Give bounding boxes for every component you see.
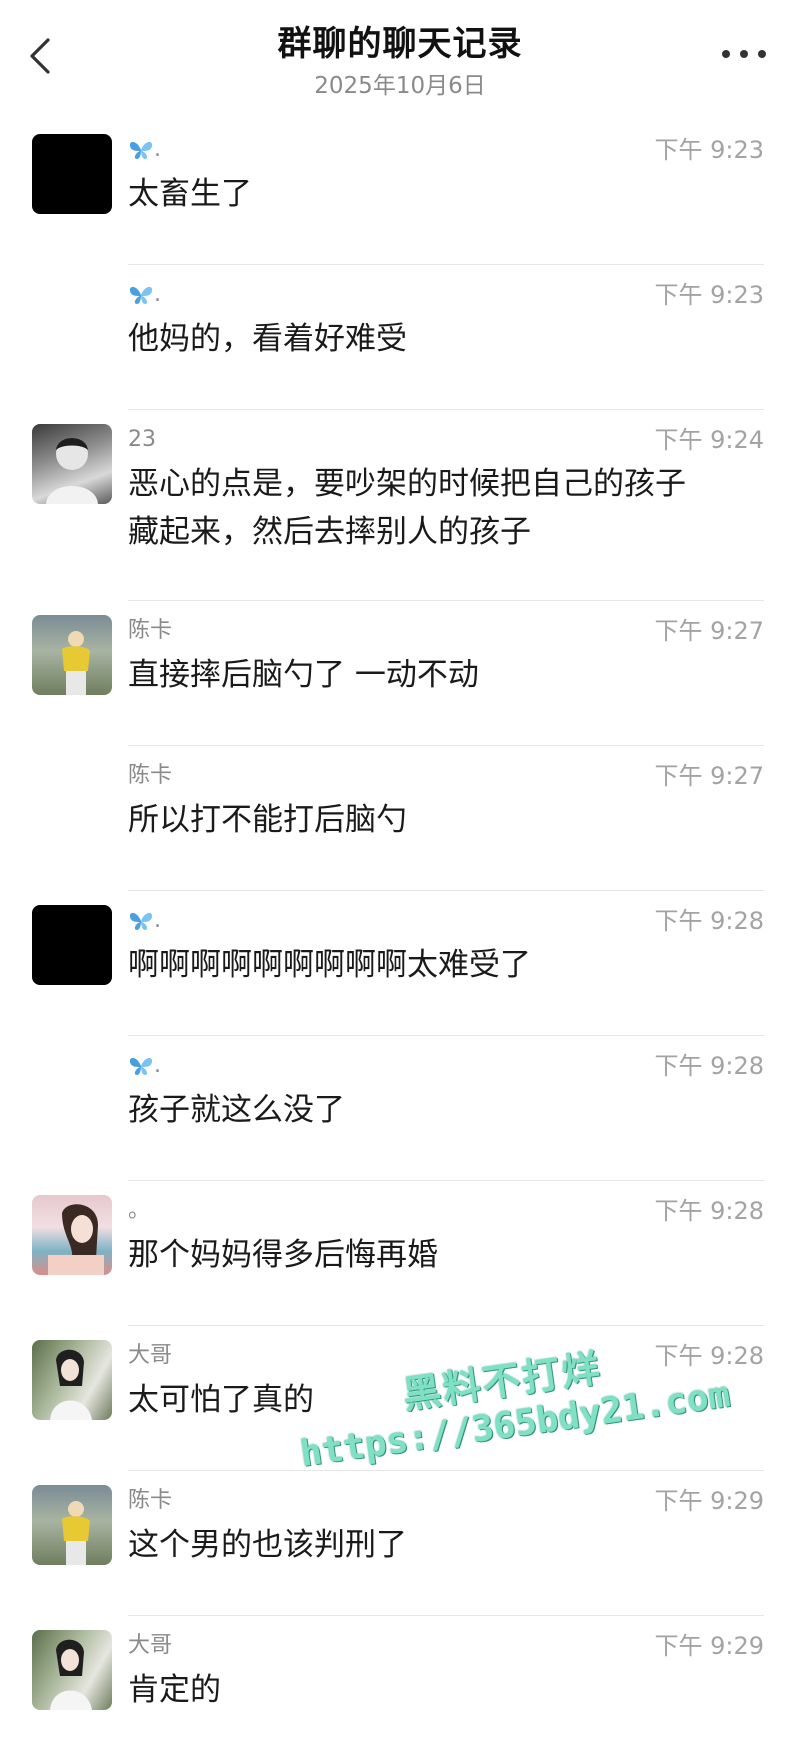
more-button[interactable] bbox=[718, 40, 770, 68]
message-item[interactable]: 大哥 下午 9:29 肯定的 bbox=[32, 1616, 764, 1760]
message-item[interactable]: 陈卡 下午 9:27 所以打不能打后脑勺 bbox=[128, 746, 764, 891]
message-time: 下午 9:24 bbox=[654, 426, 764, 454]
message-list: 𝗪.. 下午 9:23 太畜生了 𝗪.. 下午 9:23 他妈的，看着好难受 2… bbox=[0, 120, 800, 1760]
chat-header: 群聊的聊天记录 2025年10月6日 bbox=[0, 0, 800, 110]
message-time: 下午 9:23 bbox=[654, 136, 764, 164]
page-date: 2025年10月6日 bbox=[314, 73, 486, 99]
butterfly-icon bbox=[129, 1057, 153, 1075]
sender-name: 𝗪.. bbox=[128, 279, 161, 311]
message-text: 肯定的 bbox=[128, 1672, 221, 1708]
sender-name: 大哥 bbox=[128, 1633, 173, 1658]
message-text: 他妈的，看着好难受 bbox=[128, 321, 407, 357]
avatar-person-graphic bbox=[46, 438, 98, 504]
message-item[interactable]: 陈卡 下午 9:27 直接摔后脑勺了 一动不动 bbox=[32, 601, 764, 746]
message-time: 下午 9:27 bbox=[654, 762, 764, 790]
avatar[interactable] bbox=[32, 1340, 112, 1420]
avatar-person-graphic bbox=[50, 1349, 92, 1420]
sender-name: 23 bbox=[128, 427, 156, 452]
sender-name: 𝗪.. bbox=[128, 134, 161, 166]
message-time: 下午 9:29 bbox=[654, 1632, 764, 1660]
avatar-person-graphic bbox=[62, 1501, 90, 1565]
avatar-person-graphic bbox=[48, 1204, 104, 1275]
butterfly-icon bbox=[129, 286, 153, 304]
sender-name: 。 bbox=[128, 1198, 151, 1223]
message-time: 下午 9:29 bbox=[654, 1487, 764, 1515]
sender-name: 陈卡 bbox=[128, 618, 173, 643]
sender-name: 𝗪.. bbox=[128, 905, 161, 937]
message-text: 那个妈妈得多后悔再婚 bbox=[128, 1237, 438, 1273]
butterfly-icon bbox=[129, 912, 153, 930]
avatar[interactable] bbox=[32, 615, 112, 695]
message-time: 下午 9:28 bbox=[654, 1342, 764, 1370]
avatar[interactable] bbox=[32, 1195, 112, 1275]
page-title: 群聊的聊天记录 bbox=[277, 24, 523, 64]
message-text: 这个男的也该判刑了 bbox=[128, 1527, 407, 1563]
message-text: 恶心的点是，要吵架的时候把自己的孩子 藏起来，然后去摔别人的孩子 bbox=[128, 466, 686, 550]
message-item[interactable]: 𝗪.. 下午 9:28 孩子就这么没了 bbox=[128, 1036, 764, 1181]
message-text: 直接摔后脑勺了 一动不动 bbox=[128, 657, 479, 693]
message-time: 下午 9:28 bbox=[654, 907, 764, 935]
avatar[interactable] bbox=[32, 1630, 112, 1710]
avatar-person-graphic bbox=[50, 1639, 92, 1710]
sender-name: 陈卡 bbox=[128, 763, 173, 788]
avatar[interactable] bbox=[32, 1485, 112, 1565]
avatar[interactable] bbox=[32, 424, 112, 504]
message-text: 孩子就这么没了 bbox=[128, 1092, 345, 1128]
message-time: 下午 9:27 bbox=[654, 617, 764, 645]
message-item[interactable]: 。 下午 9:28 那个妈妈得多后悔再婚 bbox=[32, 1181, 764, 1326]
message-item[interactable]: 𝗪.. 下午 9:28 啊啊啊啊啊啊啊啊啊太难受了 bbox=[32, 891, 764, 1036]
message-time: 下午 9:23 bbox=[654, 281, 764, 309]
avatar-person-graphic bbox=[62, 631, 90, 695]
avatar[interactable] bbox=[32, 134, 112, 214]
message-time: 下午 9:28 bbox=[654, 1197, 764, 1225]
message-text: 啊啊啊啊啊啊啊啊啊太难受了 bbox=[128, 947, 531, 983]
sender-name: 陈卡 bbox=[128, 1488, 173, 1513]
message-time: 下午 9:28 bbox=[654, 1052, 764, 1080]
message-item[interactable]: 𝗪.. 下午 9:23 太畜生了 bbox=[32, 120, 764, 265]
message-item[interactable]: 𝗪.. 下午 9:23 他妈的，看着好难受 bbox=[128, 265, 764, 410]
butterfly-icon bbox=[129, 141, 153, 159]
message-text: 太畜生了 bbox=[128, 176, 252, 212]
message-text: 太可怕了真的 bbox=[128, 1382, 314, 1418]
message-item[interactable]: 大哥 下午 9:28 太可怕了真的 bbox=[32, 1326, 764, 1471]
message-text: 所以打不能打后脑勺 bbox=[128, 802, 407, 838]
sender-name: 𝗪.. bbox=[128, 1050, 161, 1082]
sender-name: 大哥 bbox=[128, 1343, 173, 1368]
message-item[interactable]: 陈卡 下午 9:29 这个男的也该判刑了 bbox=[32, 1471, 764, 1616]
more-dots-icon bbox=[722, 50, 766, 58]
avatar[interactable] bbox=[32, 905, 112, 985]
message-item[interactable]: 23 下午 9:24 恶心的点是，要吵架的时候把自己的孩子 藏起来，然后去摔别人… bbox=[32, 410, 764, 601]
